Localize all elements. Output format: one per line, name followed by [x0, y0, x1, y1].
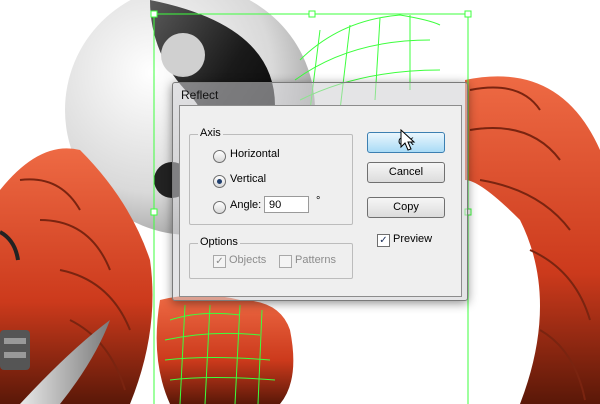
preview-checkbox[interactable]: ✓ [377, 234, 390, 247]
preview-label[interactable]: Preview [393, 233, 432, 245]
cancel-button[interactable]: Cancel [367, 162, 445, 183]
horizontal-label[interactable]: Horizontal [230, 148, 280, 160]
angle-label[interactable]: Angle: [230, 199, 261, 211]
mouse-cursor-icon [400, 129, 416, 151]
dialog-title: Reflect [181, 88, 219, 102]
radio-selected-dot [217, 179, 222, 184]
options-legend: Options [198, 236, 240, 248]
objects-checkbox[interactable]: ✓ [213, 255, 226, 268]
patterns-checkbox[interactable] [279, 255, 292, 268]
patterns-label[interactable]: Patterns [295, 254, 336, 266]
vertical-label[interactable]: Vertical [230, 173, 266, 185]
red-tail-right [465, 76, 600, 404]
red-claw-bottom [156, 295, 294, 404]
angle-radio[interactable] [213, 201, 226, 214]
dialog-body: Axis Horizontal Vertical Angle: 90 ° Opt… [179, 105, 462, 297]
horizontal-radio[interactable] [213, 150, 226, 163]
axis-legend: Axis [198, 127, 223, 139]
options-group: Options ✓ Objects Patterns [189, 236, 353, 279]
angle-input[interactable]: 90 [264, 196, 309, 213]
axis-group: Axis Horizontal Vertical Angle: 90 ° [189, 127, 353, 225]
reflect-dialog: Reflect Axis Horizontal Vertical Angle: … [172, 82, 468, 301]
vertical-radio[interactable] [213, 175, 226, 188]
objects-label[interactable]: Objects [229, 254, 266, 266]
angle-unit: ° [316, 195, 321, 207]
dialog-titlebar[interactable]: Reflect [173, 83, 467, 105]
copy-button[interactable]: Copy [367, 197, 445, 218]
